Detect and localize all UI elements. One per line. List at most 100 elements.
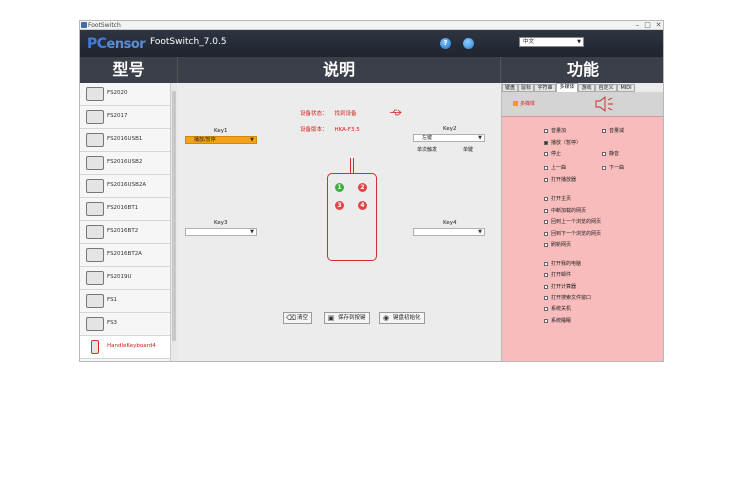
handle-keyboard-device: 1 2 3 4: [327, 173, 377, 261]
checkbox[interactable]: [544, 231, 548, 236]
checkbox[interactable]: [544, 151, 548, 156]
clear-button[interactable]: ⌫ 清空: [283, 312, 313, 324]
keyboard-init-button[interactable]: ◉ 键盘初始化: [379, 312, 425, 324]
checkbox[interactable]: [602, 128, 606, 133]
tab-midi[interactable]: MIDI: [617, 84, 635, 92]
checkbox[interactable]: [544, 219, 548, 224]
broom-icon: ⌫: [286, 314, 296, 322]
tab-custom[interactable]: 自定义: [595, 84, 617, 92]
checkbox[interactable]: [602, 165, 606, 170]
model-item-fs2019u[interactable]: FS2019U: [80, 267, 170, 290]
chevron-down-icon: ▼: [478, 135, 482, 141]
key1-label: Key1: [214, 128, 228, 134]
model-item-fs2017[interactable]: FS2017: [80, 106, 170, 129]
option-system-shutdown[interactable]: 系统关机: [544, 305, 571, 312]
model-item-fs2016usb2[interactable]: FS2016USB2: [80, 152, 170, 175]
option-open-homepage[interactable]: 打开主页: [544, 195, 571, 202]
multimedia-header: 多媒体: [502, 92, 663, 116]
tab-keyboard[interactable]: 键盘: [502, 84, 518, 92]
checkbox[interactable]: [544, 177, 548, 182]
option-open-mail[interactable]: 打开邮件: [544, 271, 571, 278]
key1-select[interactable]: 播放/暂停 ▼: [185, 136, 257, 144]
help-icon[interactable]: ?: [440, 38, 451, 49]
chevron-down-icon: ▼: [478, 229, 482, 235]
option-open-my-computer[interactable]: 打开我的电脑: [544, 260, 581, 267]
key2-trigger-mode[interactable]: 单次触发: [417, 146, 437, 153]
chevron-down-icon: ▼: [577, 39, 581, 45]
maximize-icon[interactable]: □: [643, 21, 652, 30]
option-prev-track[interactable]: 上一曲: [544, 164, 566, 171]
option-stop-loading[interactable]: 中断加载的网页: [544, 207, 586, 214]
option-stop[interactable]: 停止: [544, 150, 561, 157]
option-play-pause[interactable]: 播放（暂停）: [544, 139, 581, 146]
footswitch-icon: [86, 133, 104, 147]
checkbox-checked[interactable]: [544, 140, 548, 145]
scrollbar-thumb[interactable]: [172, 91, 176, 341]
option-open-calculator[interactable]: 打开计算器: [544, 283, 576, 290]
footswitch-icon: [86, 87, 104, 101]
checkbox[interactable]: [544, 165, 548, 170]
device-key-4[interactable]: 4: [358, 201, 367, 210]
checkbox[interactable]: [544, 128, 548, 133]
model-list-scrollbar[interactable]: [170, 83, 177, 361]
model-item-fs2016bt2[interactable]: FS2016BT2: [80, 221, 170, 244]
option-open-search[interactable]: 打开搜索文件窗口: [544, 294, 591, 301]
option-page-back[interactable]: 回到上一个浏览的网页: [544, 218, 601, 225]
checkbox[interactable]: [544, 284, 548, 289]
tab-multimedia[interactable]: 多媒体: [556, 83, 578, 92]
model-item-fs2016usb1[interactable]: FS2016USB1: [80, 129, 170, 152]
close-icon[interactable]: ✕: [654, 21, 663, 30]
key3-select[interactable]: ▼: [185, 228, 257, 236]
footswitch-icon: [86, 202, 104, 216]
checkbox[interactable]: [544, 295, 548, 300]
model-item-fs3[interactable]: FS3: [80, 313, 170, 336]
footswitch-icon: [86, 156, 104, 170]
option-volume-down[interactable]: 音量减: [602, 127, 624, 134]
model-item-fs2020[interactable]: FS2020: [80, 83, 170, 106]
device-key-1[interactable]: 1: [335, 183, 344, 192]
checkbox[interactable]: [544, 261, 548, 266]
checkbox[interactable]: [602, 151, 606, 156]
tab-mouse[interactable]: 鼠标: [518, 84, 534, 92]
app-title: FootSwitch_7.0.5: [150, 37, 227, 47]
model-column-title: 型号: [112, 60, 145, 79]
device-status: 设备状态： 找到设备: [300, 111, 357, 117]
model-item-fs2016usb2a[interactable]: FS2016USB2A: [80, 175, 170, 198]
description-column-title: 说明: [177, 57, 501, 83]
checkbox[interactable]: [544, 208, 548, 213]
option-refresh-page[interactable]: 刷新网页: [544, 241, 571, 248]
option-next-track[interactable]: 下一曲: [602, 164, 624, 171]
checkbox[interactable]: [544, 242, 548, 247]
tab-game[interactable]: 游戏: [578, 84, 595, 92]
option-mute[interactable]: 静音: [602, 150, 619, 157]
checkbox[interactable]: [544, 196, 548, 201]
checkbox[interactable]: [544, 306, 548, 311]
column-headers: 型号 说明 功能: [80, 57, 663, 83]
device-version: 设备版本： HKA-F3.5: [300, 127, 360, 133]
save-icon: ▣: [327, 314, 335, 322]
minimize-icon[interactable]: –: [633, 21, 642, 30]
tab-string[interactable]: 字符串: [534, 84, 556, 92]
update-icon[interactable]: [463, 38, 474, 49]
checkbox[interactable]: [544, 318, 548, 323]
device-cable: [350, 158, 354, 174]
option-volume-up[interactable]: 音量加: [544, 127, 566, 134]
model-item-fs1[interactable]: FS1: [80, 290, 170, 313]
model-item-fs2016bt2a[interactable]: FS2016BT2A: [80, 244, 170, 267]
checkbox[interactable]: [544, 272, 548, 277]
option-page-forward[interactable]: 回到下一个浏览的网页: [544, 230, 601, 237]
key4-select[interactable]: ▼: [413, 228, 485, 236]
key2-key-mode[interactable]: 单键: [463, 146, 473, 153]
device-key-3[interactable]: 3: [335, 201, 344, 210]
save-to-key-button[interactable]: ▣ 保存到按键: [324, 312, 370, 324]
window-title: FootSwitch: [88, 22, 121, 29]
footswitch-icon: [86, 271, 104, 285]
reset-icon: ◉: [382, 314, 390, 322]
key2-select[interactable]: 左键 ▼: [413, 134, 485, 142]
language-select[interactable]: 中文 ▼: [519, 37, 584, 47]
device-key-2[interactable]: 2: [358, 183, 367, 192]
option-system-sleep[interactable]: 系统睡眠: [544, 317, 571, 324]
option-open-player[interactable]: 打开播放器: [544, 176, 576, 183]
model-item-handlekeyboard4[interactable]: HandleKeyboard4: [80, 336, 170, 359]
model-item-fs2016bt1[interactable]: FS2016BT1: [80, 198, 170, 221]
